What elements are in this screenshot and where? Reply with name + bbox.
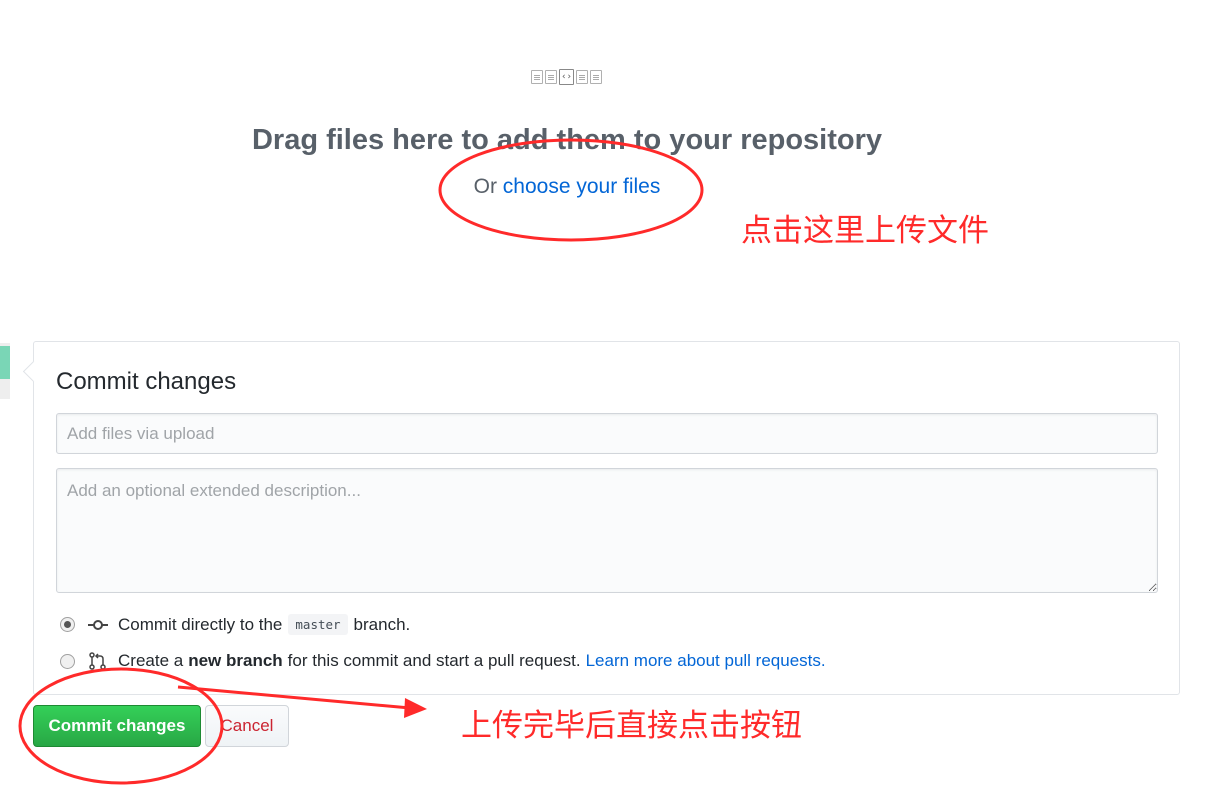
commit-new-branch-option[interactable]: Create a new branch for this commit and … (60, 651, 826, 671)
commit-annotation-text: 上传完毕后直接点击按钮 (461, 708, 802, 744)
avatar-edge (0, 343, 10, 399)
file-icon (531, 70, 543, 84)
choose-prefix: Or (473, 175, 497, 198)
choose-files-line: Or choose your files (0, 175, 1134, 199)
commit-direct-option[interactable]: Commit directly to the master branch. (60, 614, 410, 635)
new-branch-radio[interactable] (60, 653, 75, 669)
git-pull-request-icon (89, 652, 106, 670)
git-commit-icon (88, 618, 108, 632)
commit-summary-input[interactable] (56, 413, 1158, 454)
upload-annotation-text: 点击这里上传文件 (741, 213, 989, 249)
learn-more-pull-requests-link[interactable]: Learn more about pull requests. (586, 651, 826, 671)
file-code-icon: ‹› (559, 69, 574, 85)
new-branch-bold: new branch (188, 651, 283, 670)
arrow-head-annotation (404, 698, 427, 718)
commit-changes-button[interactable]: Commit changes (33, 705, 201, 747)
branch-name-chip: master (288, 614, 348, 635)
commit-form-heading: Commit changes (56, 368, 237, 395)
commit-description-input[interactable] (56, 468, 1158, 593)
cancel-button[interactable]: Cancel (205, 705, 289, 747)
choose-files-link[interactable]: choose your files (503, 175, 661, 198)
file-text-icon (545, 70, 557, 84)
commit-form: Commit changes Commit directly to the ma… (33, 341, 1180, 695)
file-document-icon (576, 70, 588, 84)
file-type-icons: ‹› (531, 69, 602, 86)
drop-zone-title: Drag files here to add them to your repo… (251, 124, 883, 156)
commit-direct-text: Commit directly to the (118, 614, 283, 634)
new-branch-text-before: Create a (118, 651, 184, 670)
file-pdf-icon (590, 70, 602, 84)
commit-direct-suffix: branch. (353, 614, 411, 634)
new-branch-text-after: for this commit and start a pull request… (287, 651, 581, 670)
commit-direct-radio[interactable] (60, 617, 75, 632)
